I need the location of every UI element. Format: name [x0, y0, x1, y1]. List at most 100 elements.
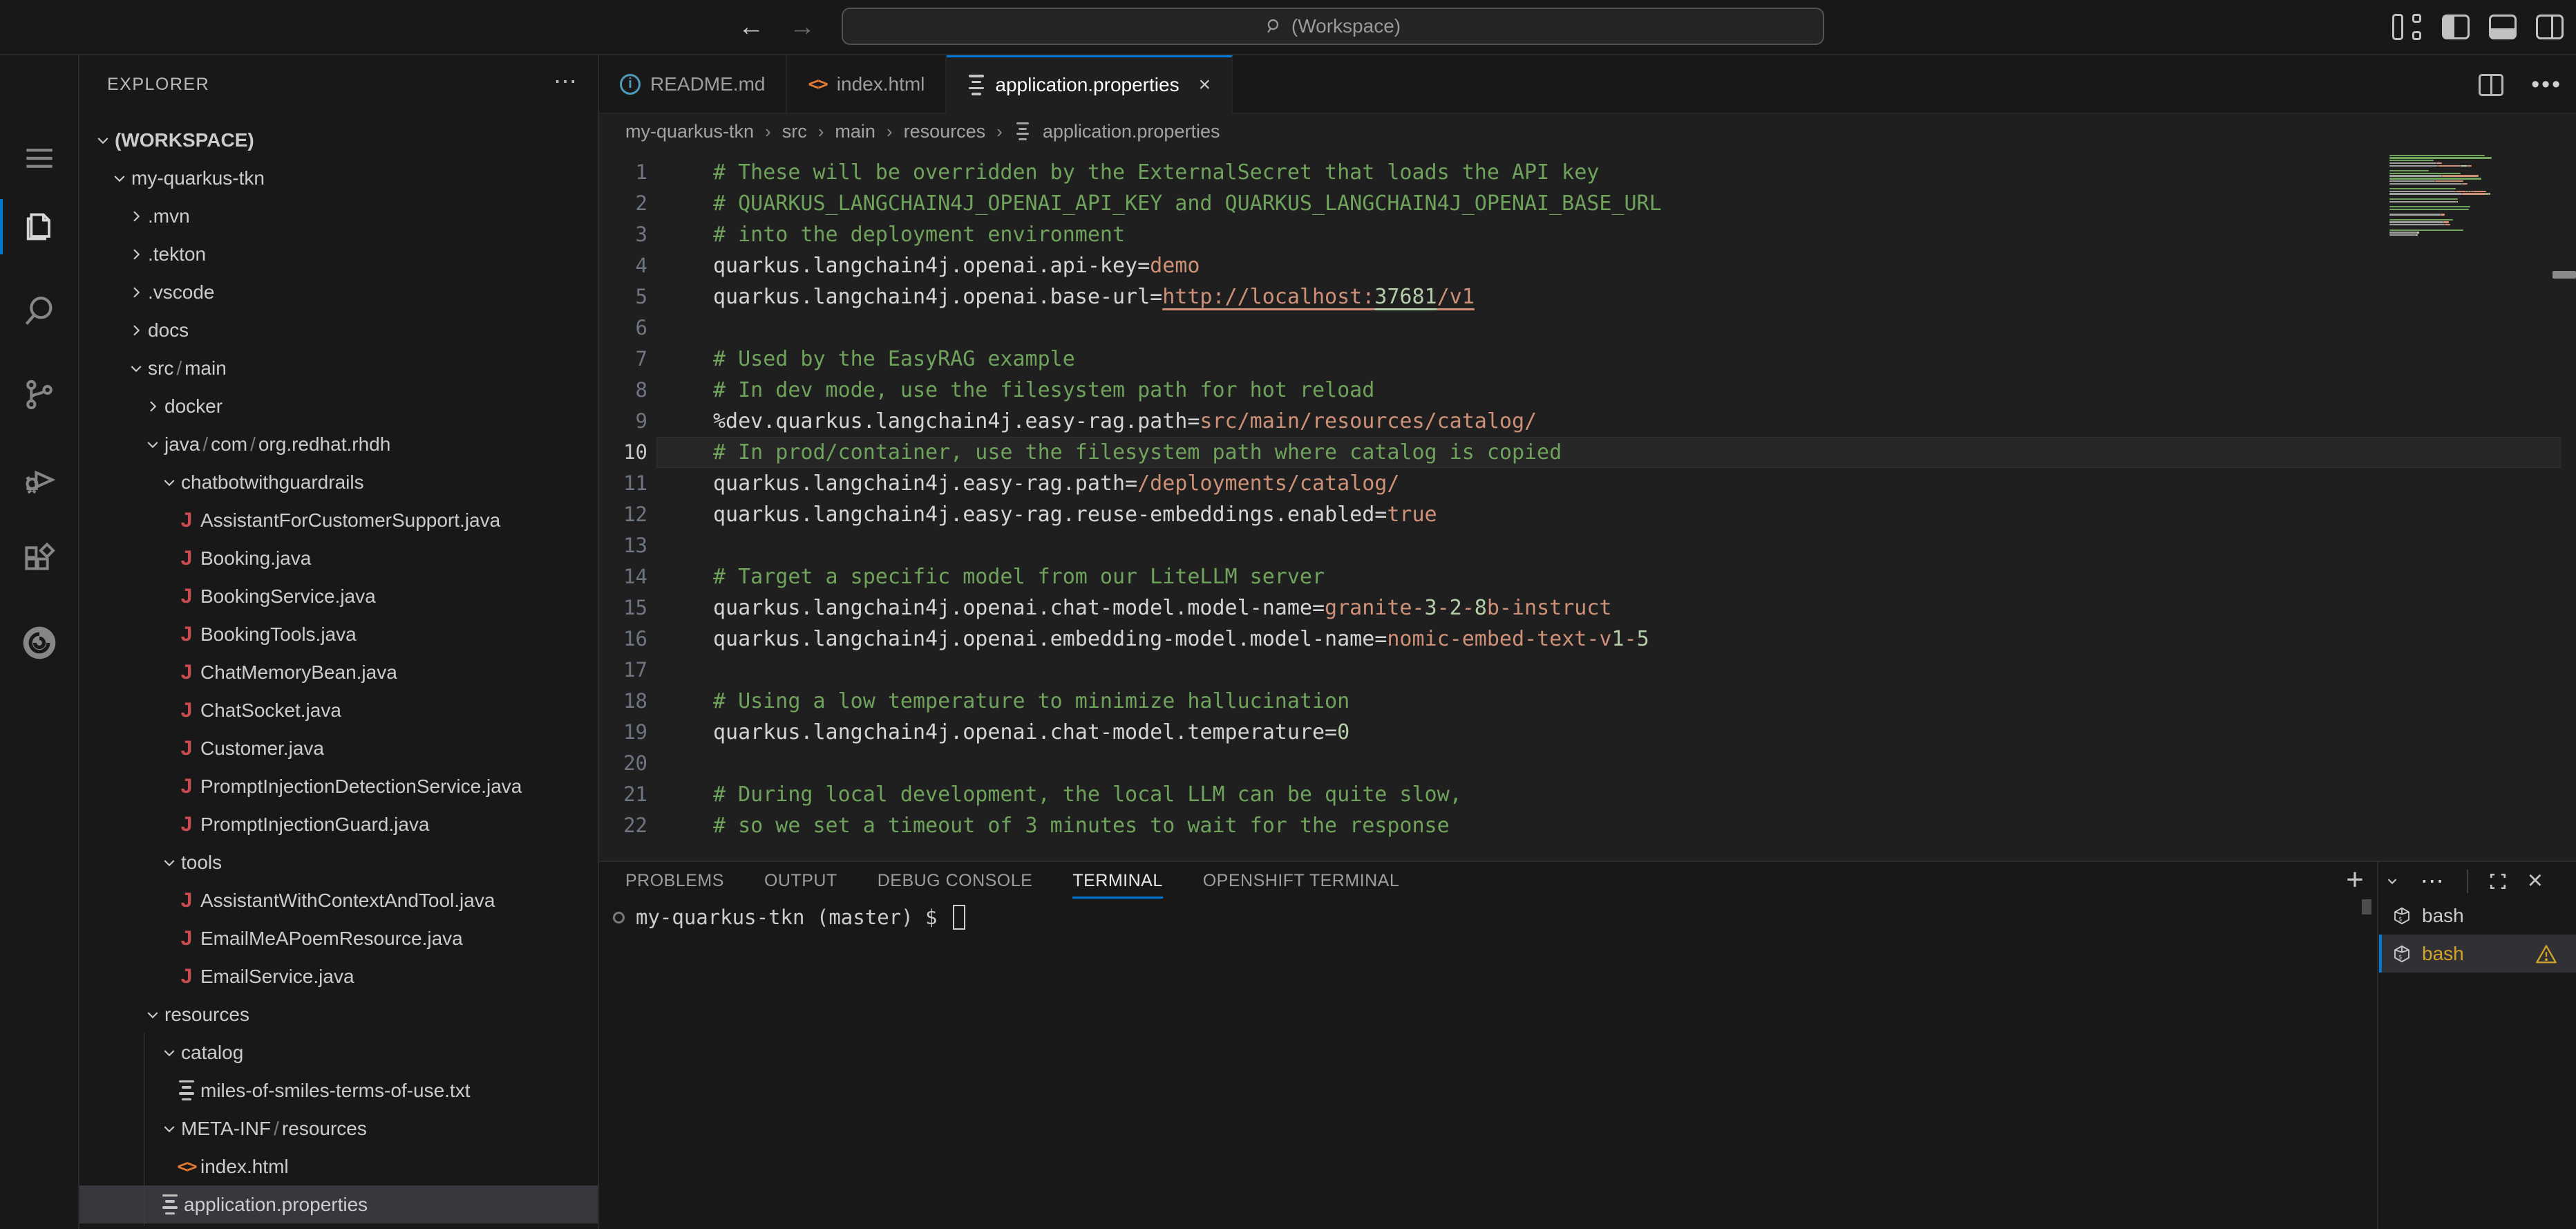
panel-tab-debug-console[interactable]: DEBUG CONSOLE: [878, 862, 1033, 900]
tree-item-booking-java[interactable]: JBooking.java: [79, 539, 598, 577]
tree-item-meta-inf-resources[interactable]: META-INF/resources: [79, 1109, 598, 1147]
editor-actions: •••: [2479, 55, 2562, 114]
tree-item-miles-of-smiles-terms-of-use-txt[interactable]: miles-of-smiles-terms-of-use.txt: [79, 1071, 598, 1109]
tree-item-resources[interactable]: resources: [79, 995, 598, 1033]
tree-item-docker[interactable]: docker: [79, 387, 598, 425]
editor-line-2: 2# QUARKUS_LANGCHAIN4J_OPENAI_API_KEY an…: [599, 188, 2576, 219]
tree-item-customer-java[interactable]: JCustomer.java: [79, 729, 598, 767]
tree-item-label: .tekton: [148, 243, 206, 265]
breadcrumb-item[interactable]: src: [782, 121, 807, 142]
command-decoration-icon[interactable]: [613, 912, 625, 923]
line-number: 16: [599, 623, 647, 655]
tab-readme-md[interactable]: iREADME.md: [599, 55, 787, 113]
breadcrumb-file[interactable]: application.properties: [1043, 121, 1220, 142]
terminal-instance-2[interactable]: $_bash: [2379, 935, 2576, 973]
editor-lines: 1# These will be overridden by the Exter…: [599, 157, 2576, 841]
split-editor-icon[interactable]: [2479, 74, 2503, 96]
tree-item--vscode[interactable]: .vscode: [79, 273, 598, 311]
toggle-panel-icon[interactable]: [2489, 15, 2517, 39]
panel-tab-terminal[interactable]: TERMINAL: [1072, 862, 1162, 900]
terminal-list-sash[interactable]: [2377, 862, 2378, 1229]
tree-item-chatmemorybean-java[interactable]: JChatMemoryBean.java: [79, 653, 598, 691]
minimap[interactable]: [2389, 154, 2514, 236]
panel-tab-problems[interactable]: PROBLEMS: [625, 862, 724, 900]
close-panel-icon[interactable]: ×: [2528, 866, 2543, 896]
tree-item-java-com-org-redhat-rhdh[interactable]: java/com/org.redhat.rhdh: [79, 425, 598, 463]
tree-item--workspace-[interactable]: (WORKSPACE): [79, 121, 598, 159]
terminal-prompt-line[interactable]: my-quarkus-tkn (master) $: [613, 905, 965, 930]
java-file-icon: J: [181, 927, 193, 950]
tree-item-emailmeapoemresource-java[interactable]: J EmailMeAPoemResource.java: [79, 919, 598, 957]
tab-application-properties[interactable]: application.properties×: [947, 55, 1233, 114]
tree-item-tools[interactable]: tools: [79, 843, 598, 881]
line-number: 10: [599, 437, 647, 468]
tree-item-promptinjectionguard-java[interactable]: JPromptInjectionGuard.java: [79, 805, 598, 843]
breadcrumb-item[interactable]: main: [835, 121, 875, 142]
explorer-sidebar: EXPLORER ⋯ (WORKSPACE)my-quarkus-tkn.mvn…: [79, 55, 599, 1229]
tree-item-assistantforcustomersupport-java[interactable]: JAssistantForCustomerSupport.java: [79, 501, 598, 539]
activity-menu-icon[interactable]: [0, 127, 78, 189]
line-number: 6: [599, 312, 647, 344]
explorer-more-actions-icon[interactable]: ⋯: [553, 68, 578, 95]
close-tab-icon[interactable]: ×: [1199, 73, 1211, 97]
terminal-instance-1[interactable]: $_bash: [2379, 897, 2576, 935]
panel-tab-output[interactable]: OUTPUT: [764, 862, 837, 900]
customize-layout-icon[interactable]: [2392, 14, 2423, 40]
activity-run-debug-icon[interactable]: [0, 448, 78, 510]
chevron-down-icon: [124, 360, 148, 377]
tree-item-label: EmailMeAPoemResource.java: [200, 928, 463, 950]
line-content: # Using a low temperature to minimize ha…: [647, 686, 1349, 717]
tree-item-src-main[interactable]: src/main: [79, 349, 598, 387]
tree-item-application-properties[interactable]: application.properties: [79, 1185, 598, 1223]
terminal-scrollbar-thumb[interactable]: [2362, 899, 2371, 914]
toggle-sidebar-icon[interactable]: [2442, 15, 2470, 39]
panel-actions: + ⋯ ×: [2346, 862, 2543, 900]
tree-item-emailservice-java[interactable]: JEmailService.java: [79, 957, 598, 995]
breadcrumb-separator: ›: [996, 121, 1003, 142]
scrollbar-marker[interactable]: [2553, 271, 2576, 279]
java-file-icon: J: [181, 737, 193, 760]
breadcrumb-item[interactable]: resources: [904, 121, 986, 142]
editor-line-16: 16quarkus.langchain4j.openai.embedding-m…: [599, 623, 2576, 655]
maximize-panel-icon[interactable]: [2489, 872, 2507, 890]
editor-more-actions-icon[interactable]: •••: [2531, 71, 2562, 98]
tree-item-chatbotwithguardrails[interactable]: chatbotwithguardrails: [79, 463, 598, 501]
code-token: -: [1437, 596, 1450, 620]
breadcrumb-item[interactable]: my-quarkus-tkn: [625, 121, 754, 142]
navigate-forward-icon[interactable]: →: [785, 12, 820, 42]
line-number: 4: [599, 250, 647, 281]
editor-line-22: 22# so we set a timeout of 3 minutes to …: [599, 810, 2576, 841]
tab-index-html[interactable]: <>index.html: [787, 55, 947, 113]
tree-item-bookingservice-java[interactable]: JBookingService.java: [79, 577, 598, 615]
editor-line-20: 20: [599, 748, 2576, 779]
activity-search-icon[interactable]: [0, 280, 78, 342]
panel-tab-openshift-terminal[interactable]: OPENSHIFT TERMINAL: [1203, 862, 1400, 900]
terminal-profile-chevron-icon[interactable]: [2385, 874, 2400, 889]
toggle-secondary-sidebar-icon[interactable]: [2536, 15, 2564, 39]
tree-item-catalog[interactable]: catalog: [79, 1033, 598, 1071]
line-number: 17: [599, 655, 647, 686]
terminal-instance-label: bash: [2422, 943, 2464, 965]
navigate-back-icon[interactable]: ←: [734, 12, 768, 42]
tree-item-promptinjectiondetectionservice-java[interactable]: JPromptInjectionDetectionService.java: [79, 767, 598, 805]
tree-item--tekton[interactable]: .tekton: [79, 235, 598, 273]
tree-item-my-quarkus-tkn[interactable]: my-quarkus-tkn: [79, 159, 598, 197]
tree-item--mvn[interactable]: .mvn: [79, 197, 598, 235]
line-content: [647, 530, 713, 561]
activity-source-control-icon[interactable]: [0, 364, 78, 426]
code-token: -: [1625, 627, 1637, 651]
activity-openshift-icon[interactable]: [0, 612, 78, 674]
code-token: # In prod/container, use the filesystem …: [713, 440, 1562, 465]
tree-item-index-html[interactable]: <>index.html: [79, 1147, 598, 1185]
tree-item-assistantwithcontextandtool-java[interactable]: JAssistantWithContextAndTool.java: [79, 881, 598, 919]
code-token: src/main/resources/catalog/: [1200, 409, 1537, 433]
tree-item-chatsocket-java[interactable]: JChatSocket.java: [79, 691, 598, 729]
panel-more-actions-icon[interactable]: ⋯: [2421, 867, 2446, 895]
tree-item-bookingtools-java[interactable]: JBookingTools.java: [79, 615, 598, 653]
workspace-search-input[interactable]: (Workspace): [842, 8, 1824, 45]
activity-explorer-icon[interactable]: [0, 196, 78, 258]
code-editor[interactable]: 1# These will be overridden by the Exter…: [599, 149, 2576, 861]
tree-item-docs[interactable]: docs: [79, 311, 598, 349]
activity-extensions-icon[interactable]: [0, 529, 78, 592]
tree-item-label: Booking.java: [200, 547, 311, 570]
